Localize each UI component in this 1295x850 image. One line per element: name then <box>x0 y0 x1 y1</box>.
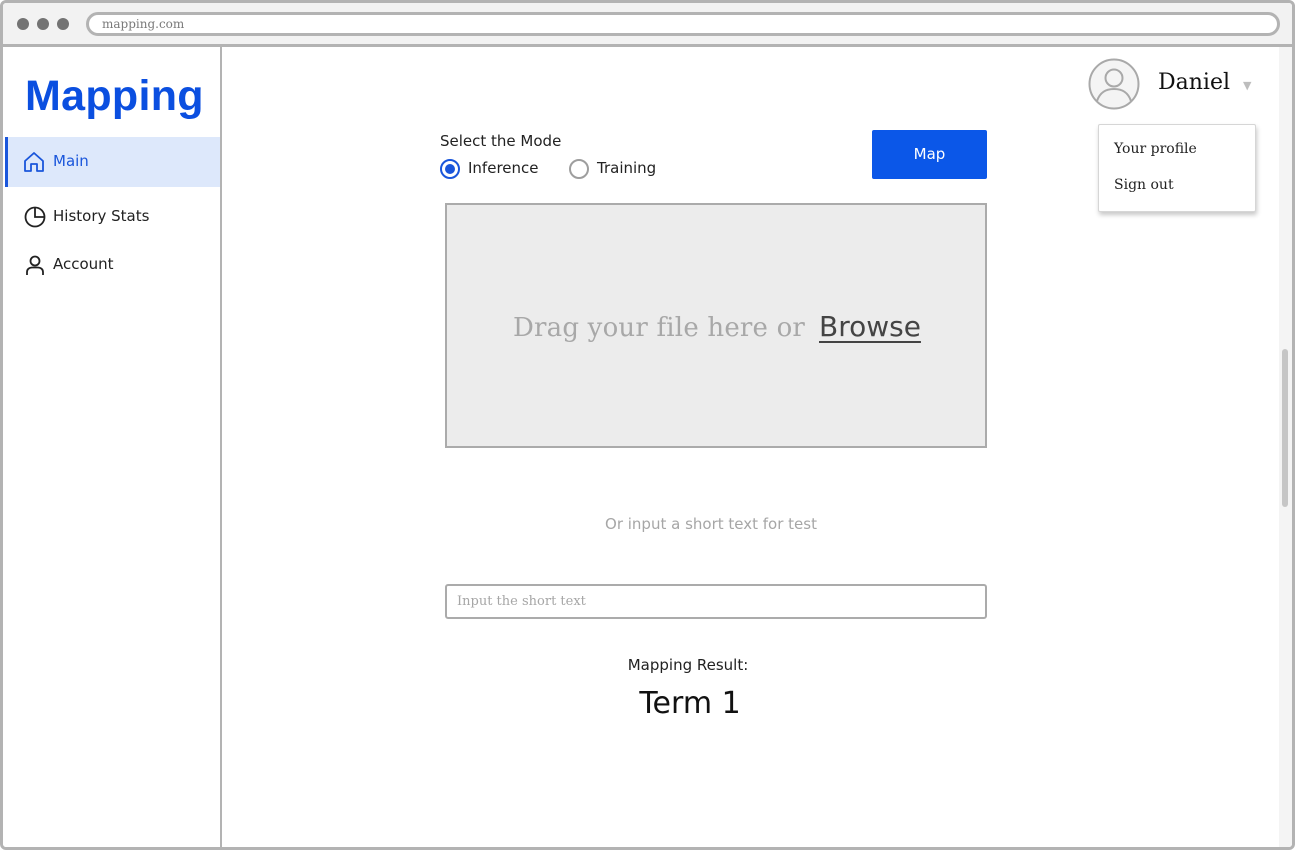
radio-inference-label[interactable]: Inference <box>468 159 539 177</box>
pie-chart-icon <box>24 206 46 228</box>
caret-down-icon[interactable]: ▼ <box>1243 79 1251 92</box>
browser-titlebar: mapping.com <box>3 3 1292 47</box>
dropzone-prompt: Drag your file here or <box>513 313 806 343</box>
scrollbar[interactable] <box>1279 47 1292 847</box>
short-text-hint: Or input a short text for test <box>605 515 817 533</box>
window-maximize-dot[interactable] <box>57 18 69 30</box>
sidebar-item-account[interactable]: Account <box>5 240 220 290</box>
window-minimize-dot[interactable] <box>37 18 49 30</box>
sidebar-item-main[interactable]: Main <box>5 137 220 187</box>
scrollbar-thumb[interactable] <box>1282 349 1288 507</box>
radio-training[interactable] <box>569 159 589 179</box>
window-close-dot[interactable] <box>17 18 29 30</box>
sidebar-item-label: Main <box>53 152 89 170</box>
browse-link[interactable]: Browse <box>819 310 921 343</box>
sidebar-item-history-stats[interactable]: History Stats <box>5 192 220 242</box>
mode-title: Select the Mode <box>440 132 562 150</box>
sidebar-item-label: History Stats <box>53 207 150 225</box>
file-dropzone[interactable]: Drag your file here or Browse <box>445 203 987 448</box>
user-avatar-icon[interactable] <box>1088 58 1140 110</box>
address-bar[interactable]: mapping.com <box>86 12 1280 36</box>
radio-training-label[interactable]: Training <box>597 159 656 177</box>
brand-logo: Mapping <box>25 72 204 120</box>
mapping-result-value: Term 1 <box>639 686 741 721</box>
map-button[interactable]: Map <box>872 130 987 179</box>
radio-inference[interactable] <box>440 159 460 179</box>
sidebar-item-label: Account <box>53 255 114 273</box>
sidebar: Mapping Main History Stats Account <box>3 47 222 847</box>
user-dropdown-menu: Your profile Sign out <box>1098 124 1256 212</box>
user-icon <box>26 255 44 275</box>
mapping-result-label: Mapping Result: <box>627 656 749 674</box>
menu-item-sign-out[interactable]: Sign out <box>1114 177 1174 193</box>
short-text-input[interactable] <box>445 584 987 619</box>
menu-item-your-profile[interactable]: Your profile <box>1114 141 1197 157</box>
user-name[interactable]: Daniel <box>1158 70 1230 95</box>
home-icon <box>24 152 44 172</box>
